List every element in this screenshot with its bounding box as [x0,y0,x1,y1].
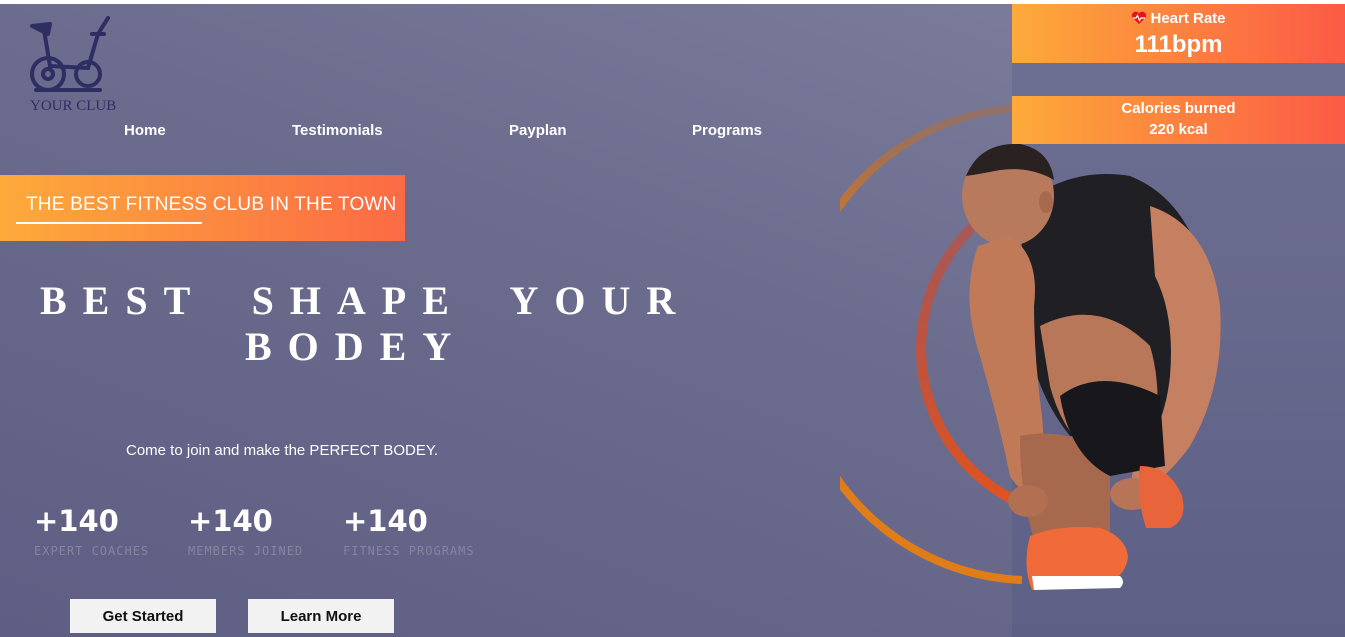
learn-more-button[interactable]: Learn More [248,599,394,633]
stat-value: +140 [188,504,273,538]
stat-fitness-programs: +140 FITNESS PROGRAMS [343,504,475,558]
calories-value: 220 kcal [1149,121,1208,138]
tagline-underline [16,222,202,224]
logo[interactable]: YOUR CLUB [26,16,126,114]
nav-item-programs[interactable]: Programs [692,122,762,139]
tagline-banner: THE BEST FITNESS CLUB IN THE TOWN [0,175,405,241]
heart-rate-title: Heart Rate [1150,10,1226,27]
stat-expert-coaches: +140 EXPERT COACHES [34,504,149,558]
hero-subtext: Come to join and make the PERFECT BODEY. [126,442,439,459]
stat-value: +140 [343,504,428,538]
stat-value: +140 [34,504,119,538]
nav-item-home[interactable]: Home [124,122,166,139]
calories-card: Calories burned 220 kcal [1012,96,1345,144]
stat-label: EXPERT COACHES [34,544,150,558]
nav-item-testimonials[interactable]: Testimonials [292,122,383,139]
tagline-text: THE BEST FITNESS CLUB IN THE TOWN [26,194,397,215]
headline-line-1: BEST SHAPE YOUR [40,278,692,323]
get-started-button[interactable]: Get Started [70,599,216,633]
stat-members-joined: +140 MEMBERS JOINED [188,504,303,558]
exercise-bike-icon [30,16,110,92]
heart-pulse-icon [1131,11,1147,29]
stat-label: MEMBERS JOINED [188,544,304,558]
heart-rate-card: Heart Rate 111bpm [1012,4,1345,63]
logo-text: YOUR CLUB [30,98,117,114]
calories-title: Calories burned [1121,100,1236,117]
stat-label: FITNESS PROGRAMS [343,544,475,558]
headline-line-2: BODEY [245,324,468,369]
heart-rate-value: 111bpm [1134,31,1223,58]
hero-headline: BEST SHAPE YOUR BODEY [40,278,760,370]
athlete-tying-shoe-image [962,143,1221,590]
nav-item-payplan[interactable]: Payplan [509,122,567,139]
